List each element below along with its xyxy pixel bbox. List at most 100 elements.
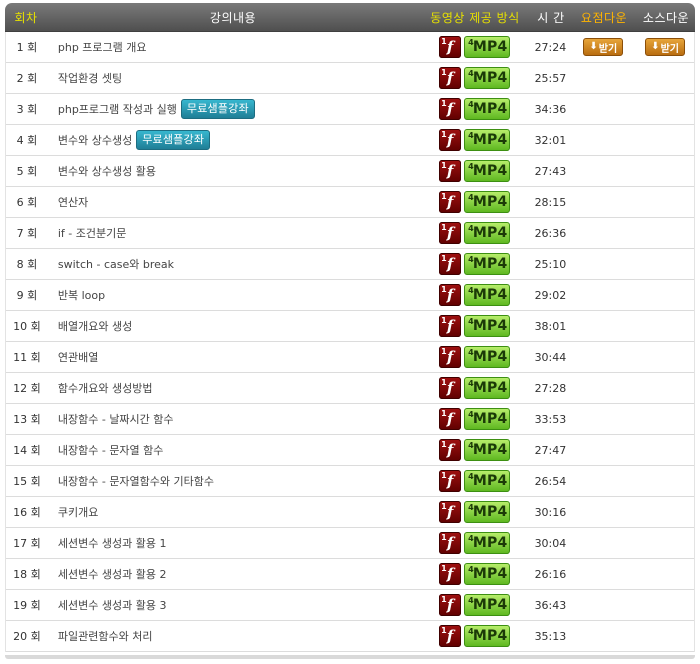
format-cell: 1 f 4 MP4 xyxy=(419,563,531,585)
mp4-video-icon[interactable]: 4 MP4 xyxy=(464,253,511,275)
header-time: 시 간 xyxy=(537,10,565,25)
lecture-title: 함수개요와 생성방법 xyxy=(57,382,153,395)
mp4-label: MP4 xyxy=(472,225,508,241)
row-title-cell: 작업환경 셋팅 xyxy=(48,70,419,86)
row-title-cell: 연산자 xyxy=(48,194,419,210)
flash-video-icon[interactable]: 1f xyxy=(439,315,462,337)
mp4-video-icon[interactable]: 4 MP4 xyxy=(464,563,511,585)
mp4-video-icon[interactable]: 4 MP4 xyxy=(464,36,511,58)
flash-video-icon[interactable]: 1f xyxy=(439,284,462,306)
row-title-cell: 내장함수 - 문자열 함수 xyxy=(48,442,419,458)
table-row: 5 회 변수와 상수생성 활용 1 f 4 MP4 27:43 xyxy=(6,156,694,187)
table-row: 10 회 배열개요와 생성 1 f 4 MP4 38:01 xyxy=(6,311,694,342)
flash-video-icon[interactable]: 1f xyxy=(439,563,462,585)
format-cell: 1 f 4 MP4 xyxy=(419,532,531,554)
mp4-video-icon[interactable]: 4 MP4 xyxy=(464,160,511,182)
format-cell: 1 f 4 MP4 xyxy=(419,377,531,399)
flash-video-icon[interactable]: 1f xyxy=(439,253,462,275)
table-row: 14 회 내장함수 - 문자열 함수 1 f 4 MP4 27:47 xyxy=(6,435,694,466)
mp4-video-icon[interactable]: 4 MP4 xyxy=(464,191,511,213)
flash-video-icon[interactable]: 1f xyxy=(439,439,462,461)
flash-corner-number: 1 xyxy=(441,37,447,46)
mp4-video-icon[interactable]: 4 MP4 xyxy=(464,346,511,368)
flash-video-icon[interactable]: 1f xyxy=(439,191,462,213)
flash-video-icon[interactable]: 1f xyxy=(439,98,462,120)
mp4-video-icon[interactable]: 4 MP4 xyxy=(464,625,511,647)
mp4-video-icon[interactable]: 4 MP4 xyxy=(464,532,511,554)
table-row: 12 회 함수개요와 생성방법 1 f 4 MP4 27:28 xyxy=(6,373,694,404)
table-row: 16 회 쿠키개요 1 f 4 MP4 30:16 xyxy=(6,497,694,528)
flash-video-icon[interactable]: 1f xyxy=(439,129,462,151)
mp4-label: MP4 xyxy=(472,70,508,86)
lecture-duration: 26:16 xyxy=(534,567,567,581)
mp4-video-icon[interactable]: 4 MP4 xyxy=(464,594,511,616)
mp4-label: MP4 xyxy=(472,597,508,613)
mp4-video-icon[interactable]: 4 MP4 xyxy=(464,67,511,89)
mp4-video-icon[interactable]: 4 MP4 xyxy=(464,129,511,151)
table-row: 15 회 내장함수 - 문자열함수와 기타함수 1 f 4 MP4 26:54 xyxy=(6,466,694,497)
header-summary: 요점다운 xyxy=(580,10,628,25)
mp4-video-icon[interactable]: 4 MP4 xyxy=(464,284,511,306)
lecture-duration: 30:16 xyxy=(534,505,567,519)
flash-corner-number: 1 xyxy=(441,595,447,604)
flash-corner-number: 1 xyxy=(441,316,447,325)
flash-video-icon[interactable]: 1f xyxy=(439,625,462,647)
row-number: 9 회 xyxy=(16,289,38,302)
flash-glyph: f xyxy=(446,193,454,211)
flash-video-icon[interactable]: 1f xyxy=(439,501,462,523)
flash-video-icon[interactable]: 1f xyxy=(439,36,462,58)
free-sample-badge[interactable]: 무료샘플강좌 xyxy=(180,99,255,119)
format-cell: 1 f 4 MP4 xyxy=(419,191,531,213)
lecture-duration: 27:43 xyxy=(534,164,567,178)
mp4-video-icon[interactable]: 4 MP4 xyxy=(464,377,511,399)
flash-video-icon[interactable]: 1f xyxy=(439,532,462,554)
mp4-video-icon[interactable]: 4 MP4 xyxy=(464,98,511,120)
table-footer-bar xyxy=(5,655,695,659)
format-cell: 1 f 4 MP4 xyxy=(419,501,531,523)
summary-download-button[interactable]: ⬇ 받기 xyxy=(583,38,624,56)
free-sample-badge[interactable]: 무료샘플강좌 xyxy=(136,130,211,150)
row-number: 10 회 xyxy=(13,320,41,333)
mp4-video-icon[interactable]: 4 MP4 xyxy=(464,408,511,430)
source-download-button[interactable]: ⬇ 받기 xyxy=(645,38,686,56)
flash-corner-number: 1 xyxy=(441,130,447,139)
mp4-label: MP4 xyxy=(472,473,508,489)
lecture-title: php 프로그램 개요 xyxy=(57,41,147,54)
flash-video-icon[interactable]: 1f xyxy=(439,160,462,182)
table-row: 20 회 파일관련함수와 처리 1 f 4 MP4 35:13 xyxy=(6,621,694,652)
format-cell: 1 f 4 MP4 xyxy=(419,67,531,89)
lecture-title: 변수와 상수생성 xyxy=(57,134,133,147)
mp4-corner-number: 4 xyxy=(468,38,474,47)
mp4-video-icon[interactable]: 4 MP4 xyxy=(464,222,511,244)
flash-corner-number: 1 xyxy=(441,626,447,635)
mp4-label: MP4 xyxy=(472,442,508,458)
table-row: 11 회 연관배열 1 f 4 MP4 30:44 xyxy=(6,342,694,373)
lecture-duration: 26:54 xyxy=(534,474,567,488)
flash-video-icon[interactable]: 1f xyxy=(439,408,462,430)
flash-video-icon[interactable]: 1f xyxy=(439,346,462,368)
row-title-cell: 세션변수 생성과 활용 3 xyxy=(48,597,419,613)
row-title-cell: 배열개요와 생성 xyxy=(48,318,419,334)
mp4-video-icon[interactable]: 4 MP4 xyxy=(464,470,511,492)
flash-video-icon[interactable]: 1f xyxy=(439,470,462,492)
flash-glyph: f xyxy=(446,441,454,459)
mp4-video-icon[interactable]: 4 MP4 xyxy=(464,501,511,523)
mp4-label: MP4 xyxy=(472,39,508,55)
format-cell: 1 f 4 MP4 xyxy=(419,346,531,368)
lecture-duration: 36:43 xyxy=(534,598,567,612)
flash-video-icon[interactable]: 1f xyxy=(439,594,462,616)
lecture-duration: 27:28 xyxy=(534,381,567,395)
row-title-cell: php프로그램 작성과 실행 무료샘플강좌 xyxy=(48,99,419,119)
lecture-duration: 33:53 xyxy=(534,412,567,426)
flash-glyph: f xyxy=(446,410,454,428)
format-cell: 1 f 4 MP4 xyxy=(419,408,531,430)
flash-video-icon[interactable]: 1f xyxy=(439,222,462,244)
mp4-video-icon[interactable]: 4 MP4 xyxy=(464,315,511,337)
flash-corner-number: 1 xyxy=(441,192,447,201)
flash-video-icon[interactable]: 1f xyxy=(439,377,462,399)
flash-video-icon[interactable]: 1f xyxy=(439,67,462,89)
mp4-video-icon[interactable]: 4 MP4 xyxy=(464,439,511,461)
mp4-label: MP4 xyxy=(472,566,508,582)
flash-corner-number: 1 xyxy=(441,502,447,511)
table-row: 13 회 내장함수 - 날짜시간 함수 1 f 4 MP4 33:53 xyxy=(6,404,694,435)
